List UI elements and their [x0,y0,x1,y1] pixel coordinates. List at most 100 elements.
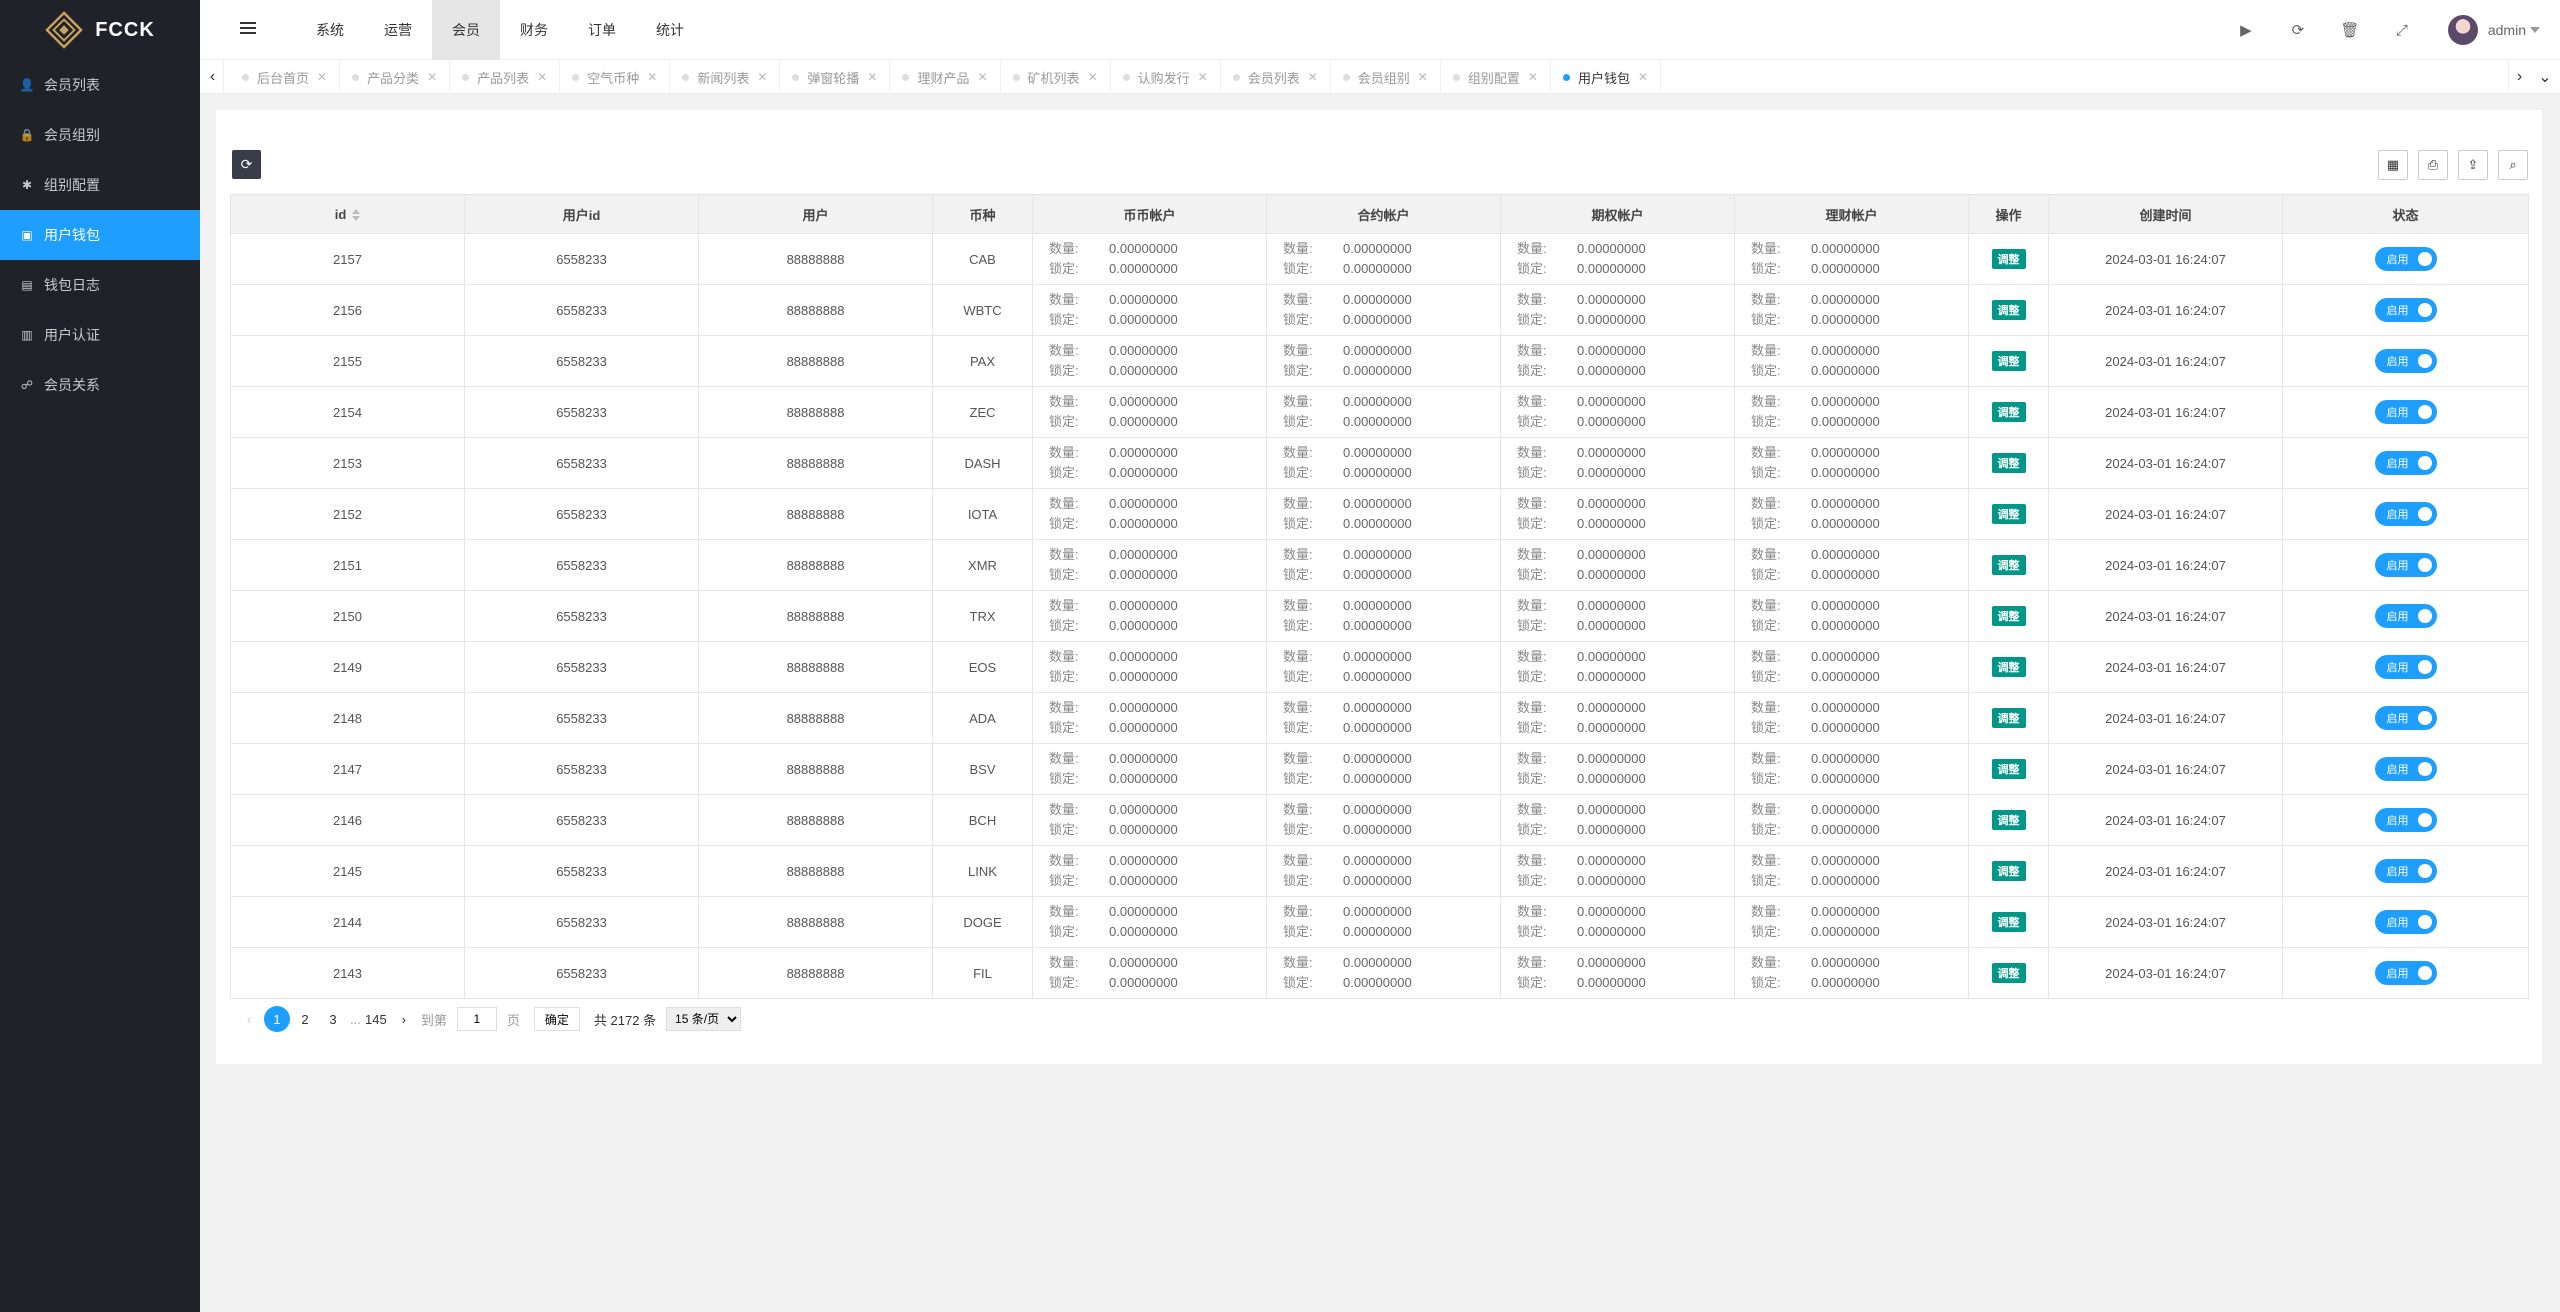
close-icon[interactable]: ✕ [1638,70,1648,84]
status-toggle[interactable]: 启用 [2374,910,2437,934]
sidebar-item-4[interactable]: ▤ 钱包日志 [0,260,200,310]
refresh-icon[interactable]: ⟳ [2272,0,2324,60]
close-icon[interactable]: ✕ [977,70,987,84]
sidebar-item-1[interactable]: 🔒 会员组别 [0,110,200,160]
close-icon[interactable]: ✕ [1418,70,1428,84]
adjust-button[interactable]: 调整 [1991,453,2026,473]
close-icon[interactable]: ✕ [1198,70,1208,84]
adjust-button[interactable]: 调整 [1991,249,2026,269]
adjust-button[interactable]: 调整 [1991,606,2026,626]
sidebar-item-2[interactable]: ✱ 组别配置 [0,160,200,210]
tab-8[interactable]: 认购发行 ✕ [1111,60,1221,94]
status-toggle[interactable]: 启用 [2374,451,2437,475]
tab-0[interactable]: 后台首页 ✕ [230,60,341,94]
search-icon[interactable]: ⌕ [2498,150,2528,180]
close-icon[interactable]: ✕ [427,70,437,84]
tab-3[interactable]: 空气币种 ✕ [560,60,671,94]
status-toggle[interactable]: 启用 [2374,655,2437,679]
close-icon[interactable]: ✕ [1088,70,1098,84]
close-icon[interactable]: ✕ [647,70,657,84]
status-toggle[interactable]: 启用 [2374,757,2437,781]
avatar[interactable] [2447,15,2478,45]
sidebar-item-6[interactable]: ☍ 会员关系 [0,360,200,410]
adjust-button[interactable]: 调整 [1991,708,2026,728]
top-nav-item-2[interactable]: 会员 [432,0,500,60]
adjust-button[interactable]: 调整 [1991,963,2026,983]
close-icon[interactable]: ✕ [1528,70,1538,84]
play-icon[interactable]: ▶ [2220,0,2272,60]
prev-page-icon[interactable]: ‹ [236,1006,262,1032]
status-toggle[interactable]: 启用 [2374,706,2437,730]
tab-6[interactable]: 理财产品 ✕ [890,60,1001,94]
adjust-button[interactable]: 调整 [1991,504,2026,524]
sidebar-item-3[interactable]: ▣ 用户钱包 [0,210,200,260]
export-icon[interactable]: ⇪ [2458,150,2488,180]
menu-toggle-icon[interactable] [240,22,256,36]
next-page-icon[interactable]: › [391,1006,417,1032]
top-nav-item-4[interactable]: 订单 [568,0,636,60]
admin-username[interactable]: admin [2488,22,2526,38]
adjust-button[interactable]: 调整 [1991,657,2026,677]
tabs-scroll-left-icon[interactable]: ‹ [202,60,224,94]
logo[interactable]: FCCK [0,0,200,60]
chevron-down-icon[interactable] [2530,27,2540,33]
tab-4[interactable]: 新闻列表 ✕ [670,60,781,94]
goto-confirm-button[interactable]: 确定 [533,1007,580,1031]
adjust-button[interactable]: 调整 [1991,861,2026,881]
goto-page-input[interactable] [456,1007,497,1031]
status-toggle[interactable]: 启用 [2374,298,2437,322]
close-icon[interactable]: ✕ [757,70,767,84]
adjust-button[interactable]: 调整 [1991,810,2026,830]
page-size-select[interactable]: 15 条/页 [666,1007,742,1031]
tab-2[interactable]: 产品列表 ✕ [450,60,561,94]
columns-filter-icon[interactable]: ▦ [2378,150,2408,180]
fullscreen-icon[interactable]: ⤢ [2376,0,2428,60]
tab-9[interactable]: 会员列表 ✕ [1221,60,1331,94]
page-3[interactable]: 3 [320,1006,346,1032]
close-icon[interactable]: ✕ [867,70,877,84]
trash-icon[interactable]: 🗑 [2324,0,2376,60]
adjust-button[interactable]: 调整 [1991,759,2026,779]
tab-10[interactable]: 会员组别 ✕ [1331,60,1441,94]
close-icon[interactable]: ✕ [537,70,547,84]
status-toggle[interactable]: 启用 [2374,859,2437,883]
close-icon[interactable]: ✕ [317,70,327,84]
tabs-scroll-right-icon[interactable]: › [2508,60,2530,94]
page-last[interactable]: 145 [363,1006,389,1032]
adjust-button[interactable]: 调整 [1991,402,2026,422]
status-toggle[interactable]: 启用 [2374,502,2437,526]
tabs-menu-chevron-icon[interactable]: ⌄ [2534,60,2556,94]
status-toggle[interactable]: 启用 [2374,247,2437,271]
page-2[interactable]: 2 [292,1006,318,1032]
tab-5[interactable]: 弹窗轮播 ✕ [780,60,891,94]
tab-12[interactable]: 用户钱包 ✕ [1551,60,1662,94]
status-toggle[interactable]: 启用 [2374,400,2437,424]
adjust-button[interactable]: 调整 [1991,300,2026,320]
cell-account: 数量: 0.00000000 锁定: 0.00000000 [1500,743,1735,795]
page-1[interactable]: 1 [264,1006,290,1032]
table-refresh-button[interactable]: ⟳ [232,150,261,179]
status-toggle[interactable]: 启用 [2374,604,2437,628]
tab-7[interactable]: 矿机列表 ✕ [1001,60,1111,94]
sidebar-item-5[interactable]: ▥ 用户认证 [0,310,200,360]
top-nav-item-1[interactable]: 运营 [364,0,432,60]
adjust-button[interactable]: 调整 [1991,555,2026,575]
tab-dot-icon [792,73,800,81]
tab-1[interactable]: 产品分类 ✕ [340,60,451,94]
status-toggle[interactable]: 启用 [2374,961,2437,985]
adjust-button[interactable]: 调整 [1991,351,2026,371]
status-toggle[interactable]: 启用 [2374,349,2437,373]
top-nav-item-3[interactable]: 财务 [500,0,568,60]
sidebar-item-0[interactable]: 👤 会员列表 [0,60,200,110]
top-nav-item-5[interactable]: 统计 [636,0,704,60]
close-icon[interactable]: ✕ [1308,70,1318,84]
adjust-button[interactable]: 调整 [1991,912,2026,932]
status-toggle[interactable]: 启用 [2374,553,2437,577]
print-icon[interactable]: ⎙ [2418,150,2448,180]
status-toggle[interactable]: 启用 [2374,808,2437,832]
sort-icon[interactable] [352,209,361,222]
column-header[interactable]: id [230,194,465,234]
cell-account: 数量: 0.00000000 锁定: 0.00000000 [1266,896,1501,948]
top-nav-item-0[interactable]: 系统 [296,0,364,60]
tab-11[interactable]: 组别配置 ✕ [1441,60,1551,94]
